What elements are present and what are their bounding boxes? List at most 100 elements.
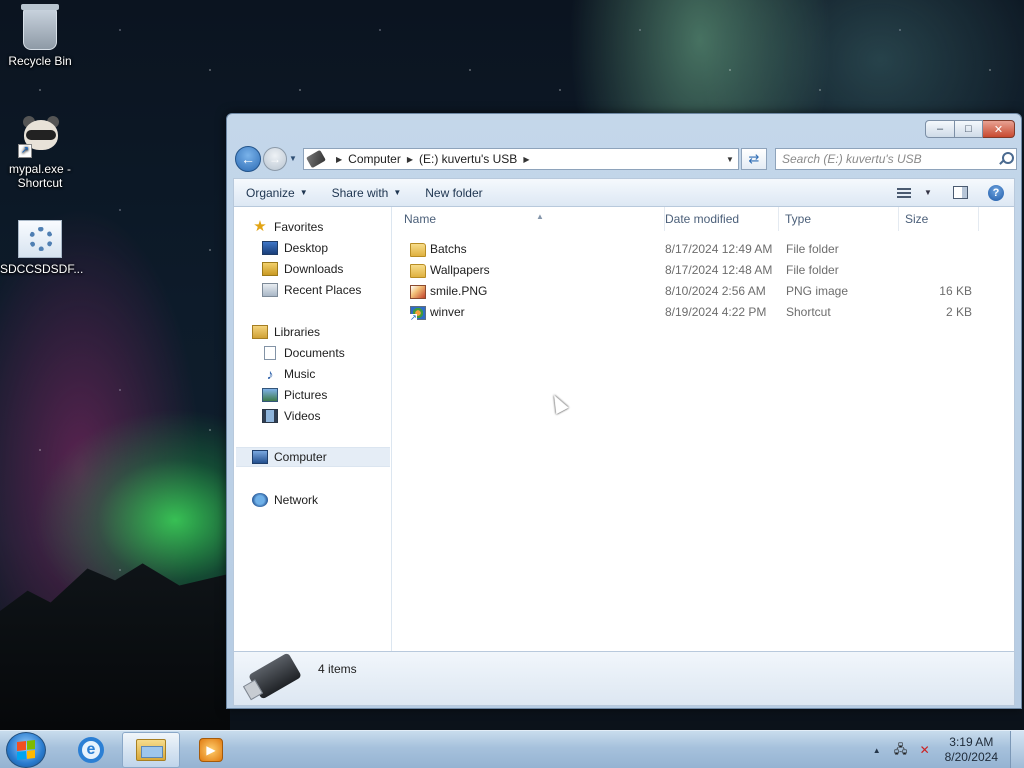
change-view-button[interactable]	[892, 183, 916, 203]
organize-button[interactable]: Organize ▼	[234, 179, 320, 206]
column-headers: Name ▲ Date modified Type Size	[392, 207, 1014, 231]
nav-item-music[interactable]: ♪ Music	[262, 364, 316, 384]
column-label: Date modified	[665, 212, 740, 226]
media-player-icon: ▶	[199, 738, 223, 762]
nav-item-videos[interactable]: Videos	[262, 406, 320, 426]
address-bar[interactable]: ▶ Computer ▶ (E:) kuvertu's USB ▶ ▼	[303, 148, 739, 170]
nav-label: Videos	[284, 409, 321, 423]
usb-drive-icon	[306, 149, 326, 169]
item-count: 4 items	[318, 662, 357, 676]
preview-pane-icon	[952, 186, 968, 199]
raccoon-shortcut-icon: ↗	[18, 114, 62, 158]
address-dropdown-icon[interactable]: ▼	[722, 155, 738, 164]
volume-muted-icon[interactable]: ✕	[917, 742, 933, 758]
new-folder-label: New folder	[425, 185, 483, 200]
network-icon	[252, 493, 268, 507]
nav-item-desktop[interactable]: Desktop	[262, 238, 328, 258]
show-hidden-icons-button[interactable]: ▲	[873, 746, 881, 755]
breadcrumb-usb-drive[interactable]: (E:) kuvertu's USB	[419, 152, 517, 166]
breadcrumb-separator-icon[interactable]: ▶	[336, 155, 342, 164]
forward-button[interactable]: →	[263, 147, 287, 171]
breadcrumb-separator-icon[interactable]: ▶	[407, 155, 413, 164]
preview-pane-button[interactable]	[948, 183, 972, 203]
recycle-bin-icon	[21, 4, 59, 50]
nav-libraries[interactable]: Libraries	[252, 322, 320, 342]
column-label: Name	[404, 212, 437, 226]
nav-label: Music	[284, 367, 316, 381]
caption-buttons: ‒ □ ✕	[925, 120, 1015, 138]
file-name: Batchs	[430, 242, 467, 256]
column-header-date[interactable]: Date modified	[659, 207, 779, 231]
file-name-cell: Wallpapers	[410, 260, 490, 281]
nav-network[interactable]: Network	[252, 490, 318, 510]
breadcrumb-separator-icon[interactable]: ▶	[523, 155, 529, 164]
clock-time: 3:19 AM	[949, 735, 994, 749]
file-date: 8/19/2024 4:22 PM	[665, 305, 767, 319]
nav-label: Pictures	[284, 388, 328, 402]
file-type: File folder	[786, 263, 839, 277]
nav-item-documents[interactable]: Documents	[262, 343, 345, 363]
nav-label: Documents	[284, 346, 345, 360]
file-name: winver	[430, 305, 465, 319]
file-date: 8/17/2024 12:49 AM	[665, 242, 773, 256]
nav-item-recent-places[interactable]: Recent Places	[262, 280, 361, 300]
videos-icon	[262, 409, 278, 423]
new-folder-button[interactable]: New folder	[413, 179, 494, 206]
taskbar-internet-explorer[interactable]: e	[62, 732, 120, 768]
file-size: 16 KB	[939, 284, 972, 298]
file-row[interactable]: smile.PNG 8/10/2024 2:56 AM PNG image 16…	[392, 281, 1014, 302]
network-tray-icon[interactable]: 🖧	[893, 742, 909, 758]
column-header-type[interactable]: Type	[779, 207, 899, 231]
file-row[interactable]: Batchs 8/17/2024 12:49 AM File folder	[392, 239, 1014, 260]
desktop-icon-sdccsdsdf[interactable]: SDCCSDSDF...	[0, 220, 83, 276]
desktop-icon-mypal-shortcut[interactable]: ↗ mypal.exe - Shortcut	[0, 114, 80, 190]
nav-label: Libraries	[274, 325, 321, 339]
desktop-icon-recycle-bin[interactable]: Recycle Bin	[0, 4, 80, 68]
file-row[interactable]: Wallpapers 8/17/2024 12:48 AM File folde…	[392, 260, 1014, 281]
usb-drive-icon	[248, 652, 302, 700]
refresh-icon: ⇄	[748, 151, 760, 166]
command-bar-right: ▼ ?	[886, 183, 1014, 203]
file-list: Name ▲ Date modified Type Size Batchs 8/…	[392, 207, 1014, 651]
nav-label: Network	[274, 493, 319, 507]
nav-label: Downloads	[284, 262, 344, 276]
nav-label: Recent Places	[284, 283, 362, 297]
back-button[interactable]: ←	[235, 146, 261, 172]
navigation-bar: ← → ▼ ▶ Computer ▶ (E:) kuvertu's USB ▶ …	[233, 146, 1017, 172]
shortcut-arrow-icon: ↗	[18, 144, 32, 158]
minimize-button[interactable]: ‒	[925, 120, 955, 138]
forward-arrow-icon: →	[269, 152, 281, 166]
chevron-down-icon: ▼	[299, 188, 308, 197]
start-button[interactable]	[6, 732, 46, 768]
documents-icon	[264, 346, 276, 360]
maximize-button[interactable]: □	[955, 120, 983, 138]
search-icon[interactable]	[998, 152, 1014, 166]
file-name: smile.PNG	[430, 284, 488, 298]
help-button[interactable]: ?	[984, 183, 1008, 203]
png-image-icon	[410, 284, 426, 299]
taskbar-media-player[interactable]: ▶	[182, 732, 240, 768]
libraries-icon	[252, 325, 268, 339]
recent-pages-dropdown[interactable]: ▼	[289, 154, 297, 163]
clock[interactable]: 3:19 AM 8/20/2024	[945, 735, 998, 765]
nav-item-pictures[interactable]: Pictures	[262, 385, 327, 405]
share-with-button[interactable]: Share with ▼	[320, 179, 414, 206]
file-size: 2 KB	[945, 305, 972, 319]
nav-item-downloads[interactable]: Downloads	[262, 259, 343, 279]
nav-computer[interactable]: Computer	[236, 447, 390, 467]
refresh-button[interactable]: ⇄	[741, 148, 767, 170]
close-button[interactable]: ✕	[983, 120, 1015, 138]
breadcrumb-computer[interactable]: Computer	[348, 152, 401, 166]
taskbar-windows-explorer[interactable]	[122, 732, 180, 768]
show-desktop-button[interactable]	[1010, 731, 1024, 768]
search-box[interactable]: Search (E:) kuvertu's USB	[775, 148, 1017, 170]
file-row[interactable]: winver 8/19/2024 4:22 PM Shortcut 2 KB	[392, 302, 1014, 323]
more-options-button[interactable]: ▼	[922, 183, 934, 203]
clock-date: 8/20/2024	[944, 750, 998, 764]
file-type: PNG image	[786, 284, 849, 298]
music-icon: ♪	[266, 366, 274, 382]
nav-favorites[interactable]: ★ Favorites	[252, 217, 323, 237]
column-header-name[interactable]: Name ▲	[398, 207, 665, 231]
column-header-size[interactable]: Size	[899, 207, 979, 231]
desktop-icon	[262, 241, 278, 255]
